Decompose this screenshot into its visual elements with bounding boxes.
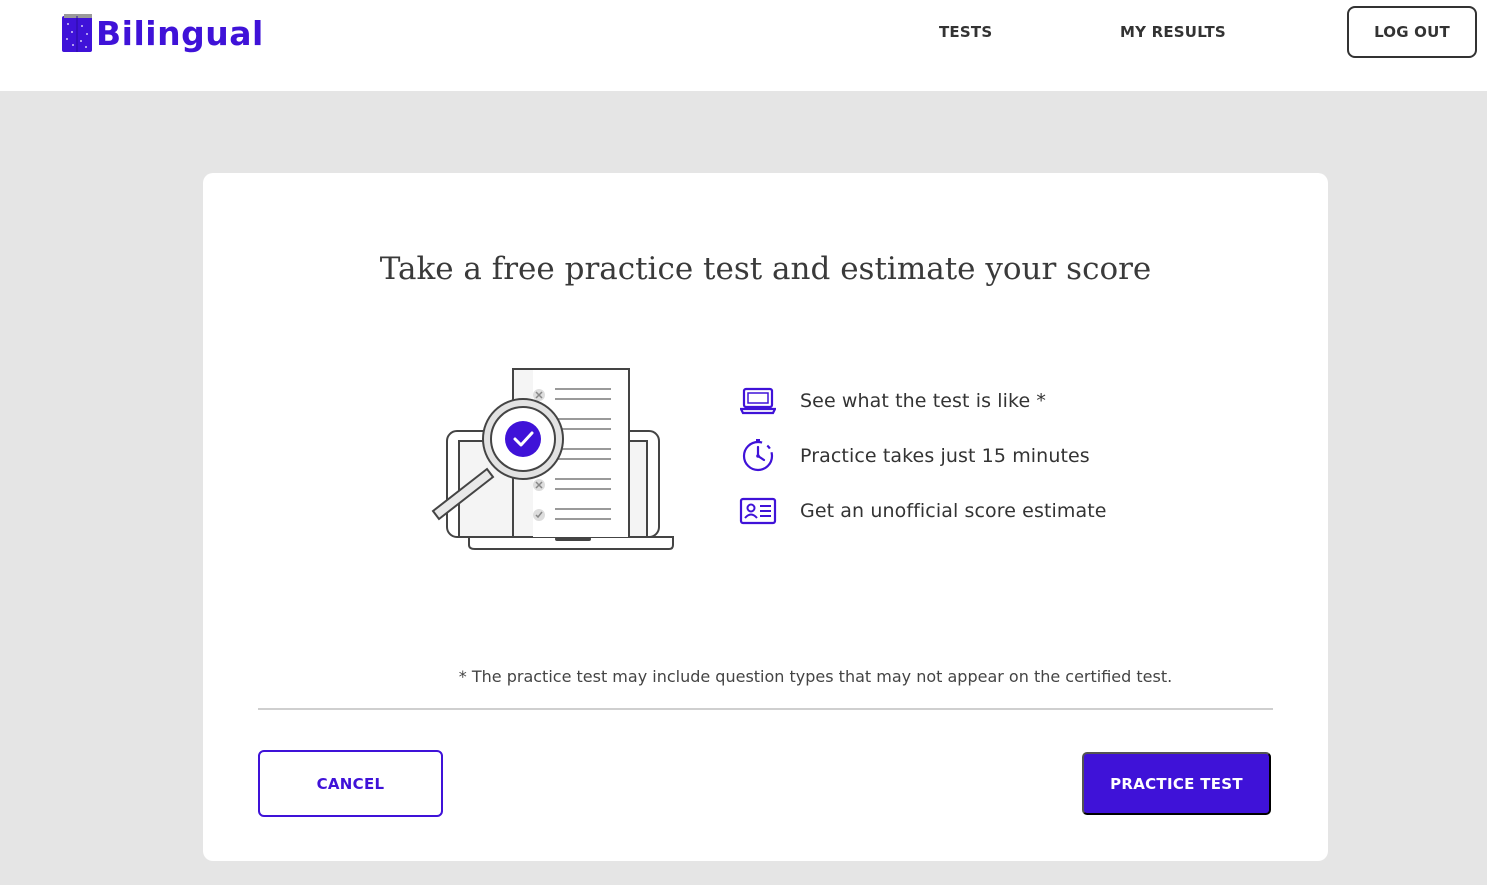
feature-text: See what the test is like * — [800, 389, 1046, 412]
nav-my-results-link[interactable]: MY RESULTS — [1120, 23, 1226, 41]
feature-item: See what the test is like * — [738, 373, 1158, 428]
bilingual-logo[interactable]: Bilingual — [60, 10, 264, 56]
book-logo-icon — [62, 14, 92, 52]
id-card-icon — [738, 491, 778, 531]
page-title: Take a free practice test and estimate y… — [379, 251, 1152, 287]
divider — [258, 708, 1273, 710]
laptop-icon — [738, 381, 778, 421]
practice-test-button[interactable]: PRACTICE TEST — [1082, 752, 1271, 815]
log-out-button[interactable]: LOG OUT — [1347, 6, 1477, 58]
cancel-button[interactable]: CANCEL — [258, 750, 443, 817]
practice-test-card: Take a free practice test and estimate y… — [203, 173, 1328, 861]
feature-item: Get an unofficial score estimate — [738, 483, 1158, 538]
brand-name: Bilingual — [96, 13, 264, 53]
nav-tests-link[interactable]: TESTS — [939, 23, 992, 41]
timer-icon — [738, 436, 778, 476]
top-navigation-bar: Bilingual TESTS MY RESULTS LOG OUT — [0, 0, 1487, 91]
disclaimer-footnote: * The practice test may include question… — [458, 667, 1173, 686]
feature-item: Practice takes just 15 minutes — [738, 428, 1158, 483]
feature-text: Get an unofficial score estimate — [800, 499, 1107, 522]
practice-test-illustration-icon — [431, 368, 674, 550]
feature-list: See what the test is like * Practice tak… — [738, 373, 1158, 538]
feature-text: Practice takes just 15 minutes — [800, 444, 1090, 467]
